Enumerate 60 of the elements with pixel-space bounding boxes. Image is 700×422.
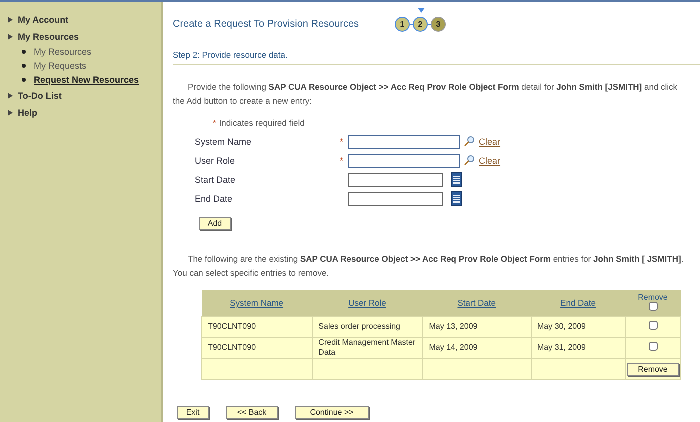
field-label: User Role xyxy=(195,156,236,166)
table-cell: Credit Management Master Data xyxy=(312,338,423,358)
checkbox[interactable] xyxy=(648,342,658,351)
triangle-icon xyxy=(8,110,13,116)
triangle-icon xyxy=(8,16,13,22)
column-header[interactable]: System Name xyxy=(230,298,284,308)
bullet-icon xyxy=(22,64,26,68)
step-indicator: 1 xyxy=(395,16,410,32)
field-label: System Name xyxy=(195,136,253,146)
checkbox[interactable] xyxy=(648,321,658,330)
required-note: Indicates required field xyxy=(219,118,305,128)
triangle-icon xyxy=(8,92,13,98)
nav-subitem[interactable]: My Requests xyxy=(8,59,161,73)
input-field[interactable] xyxy=(348,172,443,186)
nav-item[interactable]: Help xyxy=(8,104,161,121)
nav-item[interactable]: My Resources xyxy=(8,28,161,45)
nav-subitem[interactable]: My Resources xyxy=(8,45,161,59)
search-icon[interactable] xyxy=(464,136,475,147)
table-cell: May 14, 2009 xyxy=(422,338,532,358)
field-label: Start Date xyxy=(195,174,237,184)
bullet-icon xyxy=(22,78,26,82)
required-mark: * xyxy=(213,118,216,128)
table-cell: T90CLNT090 xyxy=(202,338,312,358)
required-mark: * xyxy=(340,156,344,166)
nav-item[interactable]: To-Do List xyxy=(8,87,161,104)
nav-button[interactable]: Exit xyxy=(177,406,209,419)
nav-item[interactable]: My Account xyxy=(8,11,161,28)
clear-link[interactable]: Clear xyxy=(479,136,501,146)
table-cell: May 13, 2009 xyxy=(422,316,532,338)
table-cell: May 31, 2009 xyxy=(531,338,626,358)
calendar-icon[interactable] xyxy=(451,172,462,187)
calendar-icon[interactable] xyxy=(451,191,462,206)
column-header: Remove xyxy=(637,293,669,302)
search-icon[interactable] xyxy=(464,155,475,166)
step-title: Step 2: Provide resource data. xyxy=(173,46,700,65)
triangle-icon xyxy=(8,34,13,40)
column-header[interactable]: Start Date xyxy=(458,298,496,308)
add-button[interactable]: Add xyxy=(199,217,231,230)
bullet-icon xyxy=(22,50,26,54)
clear-link[interactable]: Clear xyxy=(479,156,501,166)
checkbox[interactable] xyxy=(648,302,658,311)
nav-button[interactable]: Continue >> xyxy=(295,406,369,419)
table-cell: T90CLNT090 xyxy=(202,316,312,338)
input-field[interactable] xyxy=(348,154,460,168)
remove-button[interactable]: Remove xyxy=(627,362,679,376)
table-cell: May 30, 2009 xyxy=(531,316,626,338)
instructions-text: The following are the existing SAP CUA Resource Object >> Acc Req Prov Role Object Form entries for John Smith [ JSMITH]. You can select specific entries to remove. xyxy=(173,253,685,280)
nav-subitem[interactable]: Request New Resources xyxy=(8,73,161,87)
instructions-text: Provide the following SAP CUA Resource Object >> Acc Req Prov Role Object Form detail for John Smith [JSMITH] and click the Add button to create a new entry: xyxy=(173,81,679,108)
input-field[interactable] xyxy=(348,134,460,148)
page-title: Create a Request To Provision Resources xyxy=(173,18,360,30)
required-mark: * xyxy=(340,136,344,146)
step-indicator: 3 xyxy=(431,16,446,32)
column-header[interactable]: User Role xyxy=(348,298,386,308)
input-field[interactable] xyxy=(348,192,443,206)
column-header[interactable]: End Date xyxy=(560,298,596,308)
field-label: End Date xyxy=(195,194,234,204)
step-indicator: 2 xyxy=(413,16,428,32)
nav-button[interactable]: << Back xyxy=(226,406,278,419)
table-cell: Sales order processing xyxy=(312,316,423,338)
